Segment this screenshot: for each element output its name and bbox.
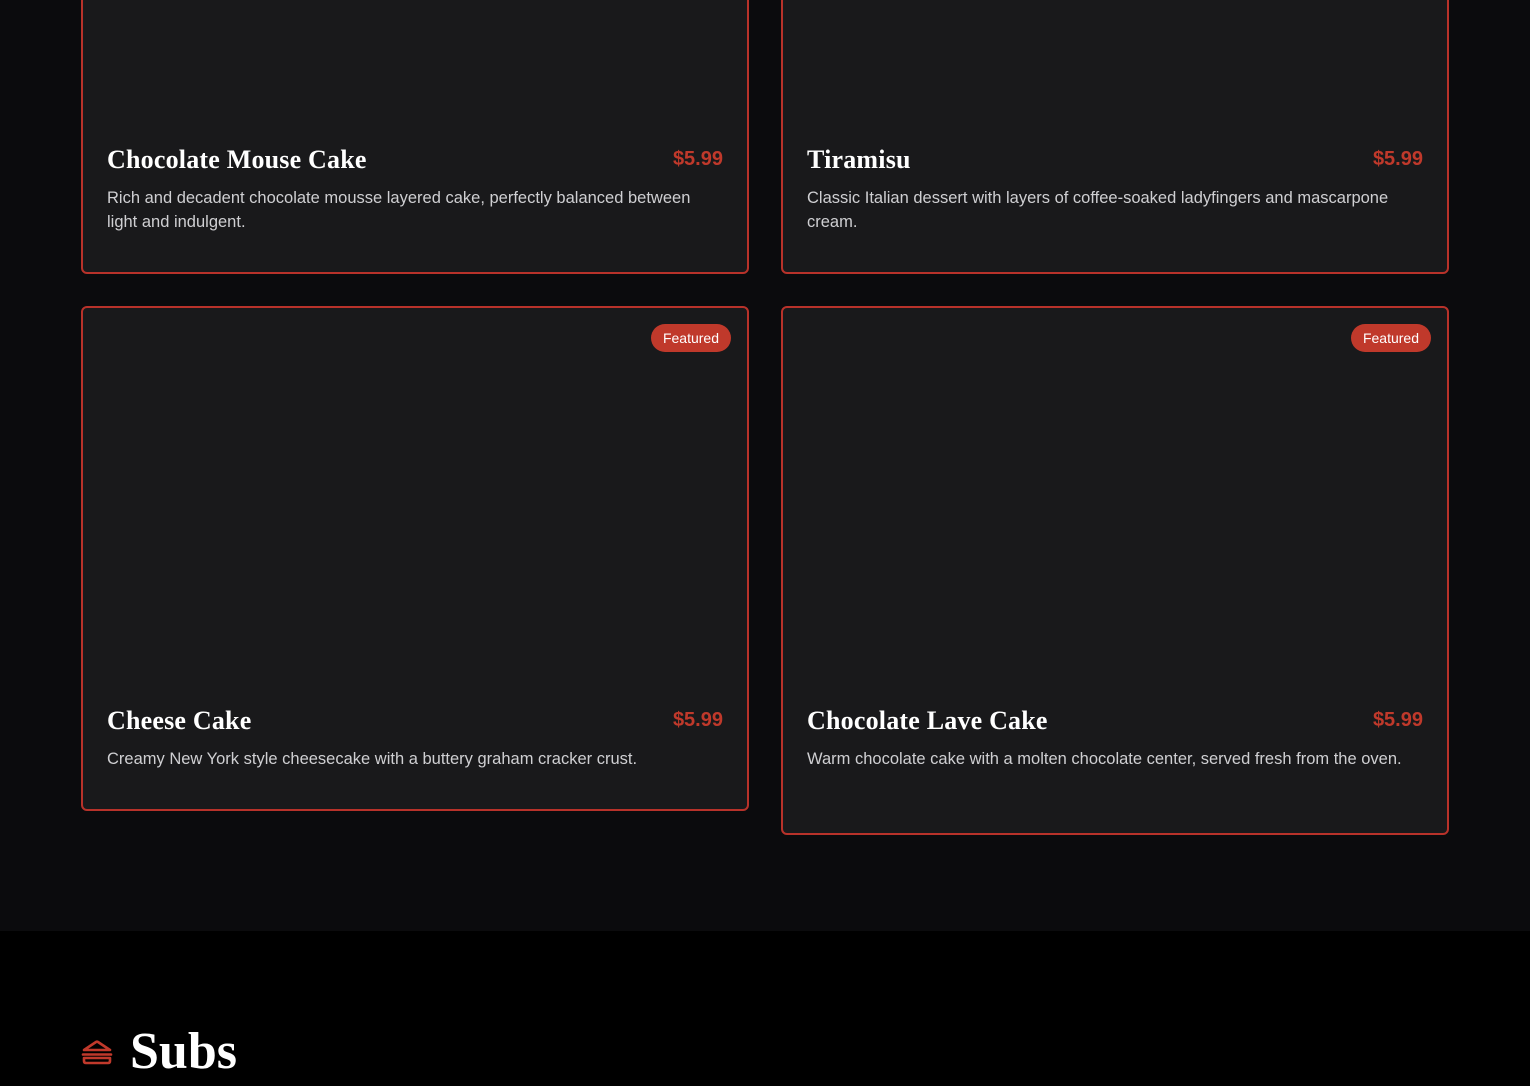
menu-card-chocolate-lave-cake[interactable]: Featured Chocolate Lave Cake $5.99 Warm … xyxy=(781,306,1449,835)
menu-item-description: Classic Italian dessert with layers of c… xyxy=(807,189,1389,231)
menu-item-name: Chocolate Lave Cake xyxy=(807,706,1048,735)
menu-item-price: $5.99 xyxy=(1372,148,1423,170)
subs-section: Subs xyxy=(0,931,1530,1086)
menu-item-name: Cheese Cake xyxy=(107,706,252,735)
featured-badge: Featured xyxy=(650,324,731,352)
menu-card-tiramisu[interactable]: Tiramisu $5.99 Classic Italian dessert w… xyxy=(781,0,1449,274)
menu-item-description: Warm chocolate cake with a molten chocol… xyxy=(807,750,1402,768)
menu-item-price: $5.99 xyxy=(672,709,723,731)
featured-badge: Featured xyxy=(1350,324,1431,352)
menu-card-chocolate-mouse-cake[interactable]: Chocolate Mouse Cake $5.99 Rich and deca… xyxy=(81,0,749,274)
menu-item-description: Rich and decadent chocolate mousse layer… xyxy=(107,189,691,231)
menu-item-name: Tiramisu xyxy=(807,145,911,174)
desserts-section: Chocolate Mouse Cake $5.99 Rich and deca… xyxy=(0,0,1530,931)
menu-item-price: $5.99 xyxy=(672,148,723,170)
menu-item-name: Chocolate Mouse Cake xyxy=(107,145,367,174)
section-title: Subs xyxy=(130,1023,237,1080)
section-heading: Subs xyxy=(81,1021,237,1083)
menu-card-cheese-cake[interactable]: Featured Cheese Cake $5.99 Creamy New Yo… xyxy=(81,306,749,811)
menu-item-description: Creamy New York style cheesecake with a … xyxy=(107,750,638,768)
menu-item-price: $5.99 xyxy=(1372,709,1423,731)
sandwich-icon xyxy=(81,1038,113,1066)
